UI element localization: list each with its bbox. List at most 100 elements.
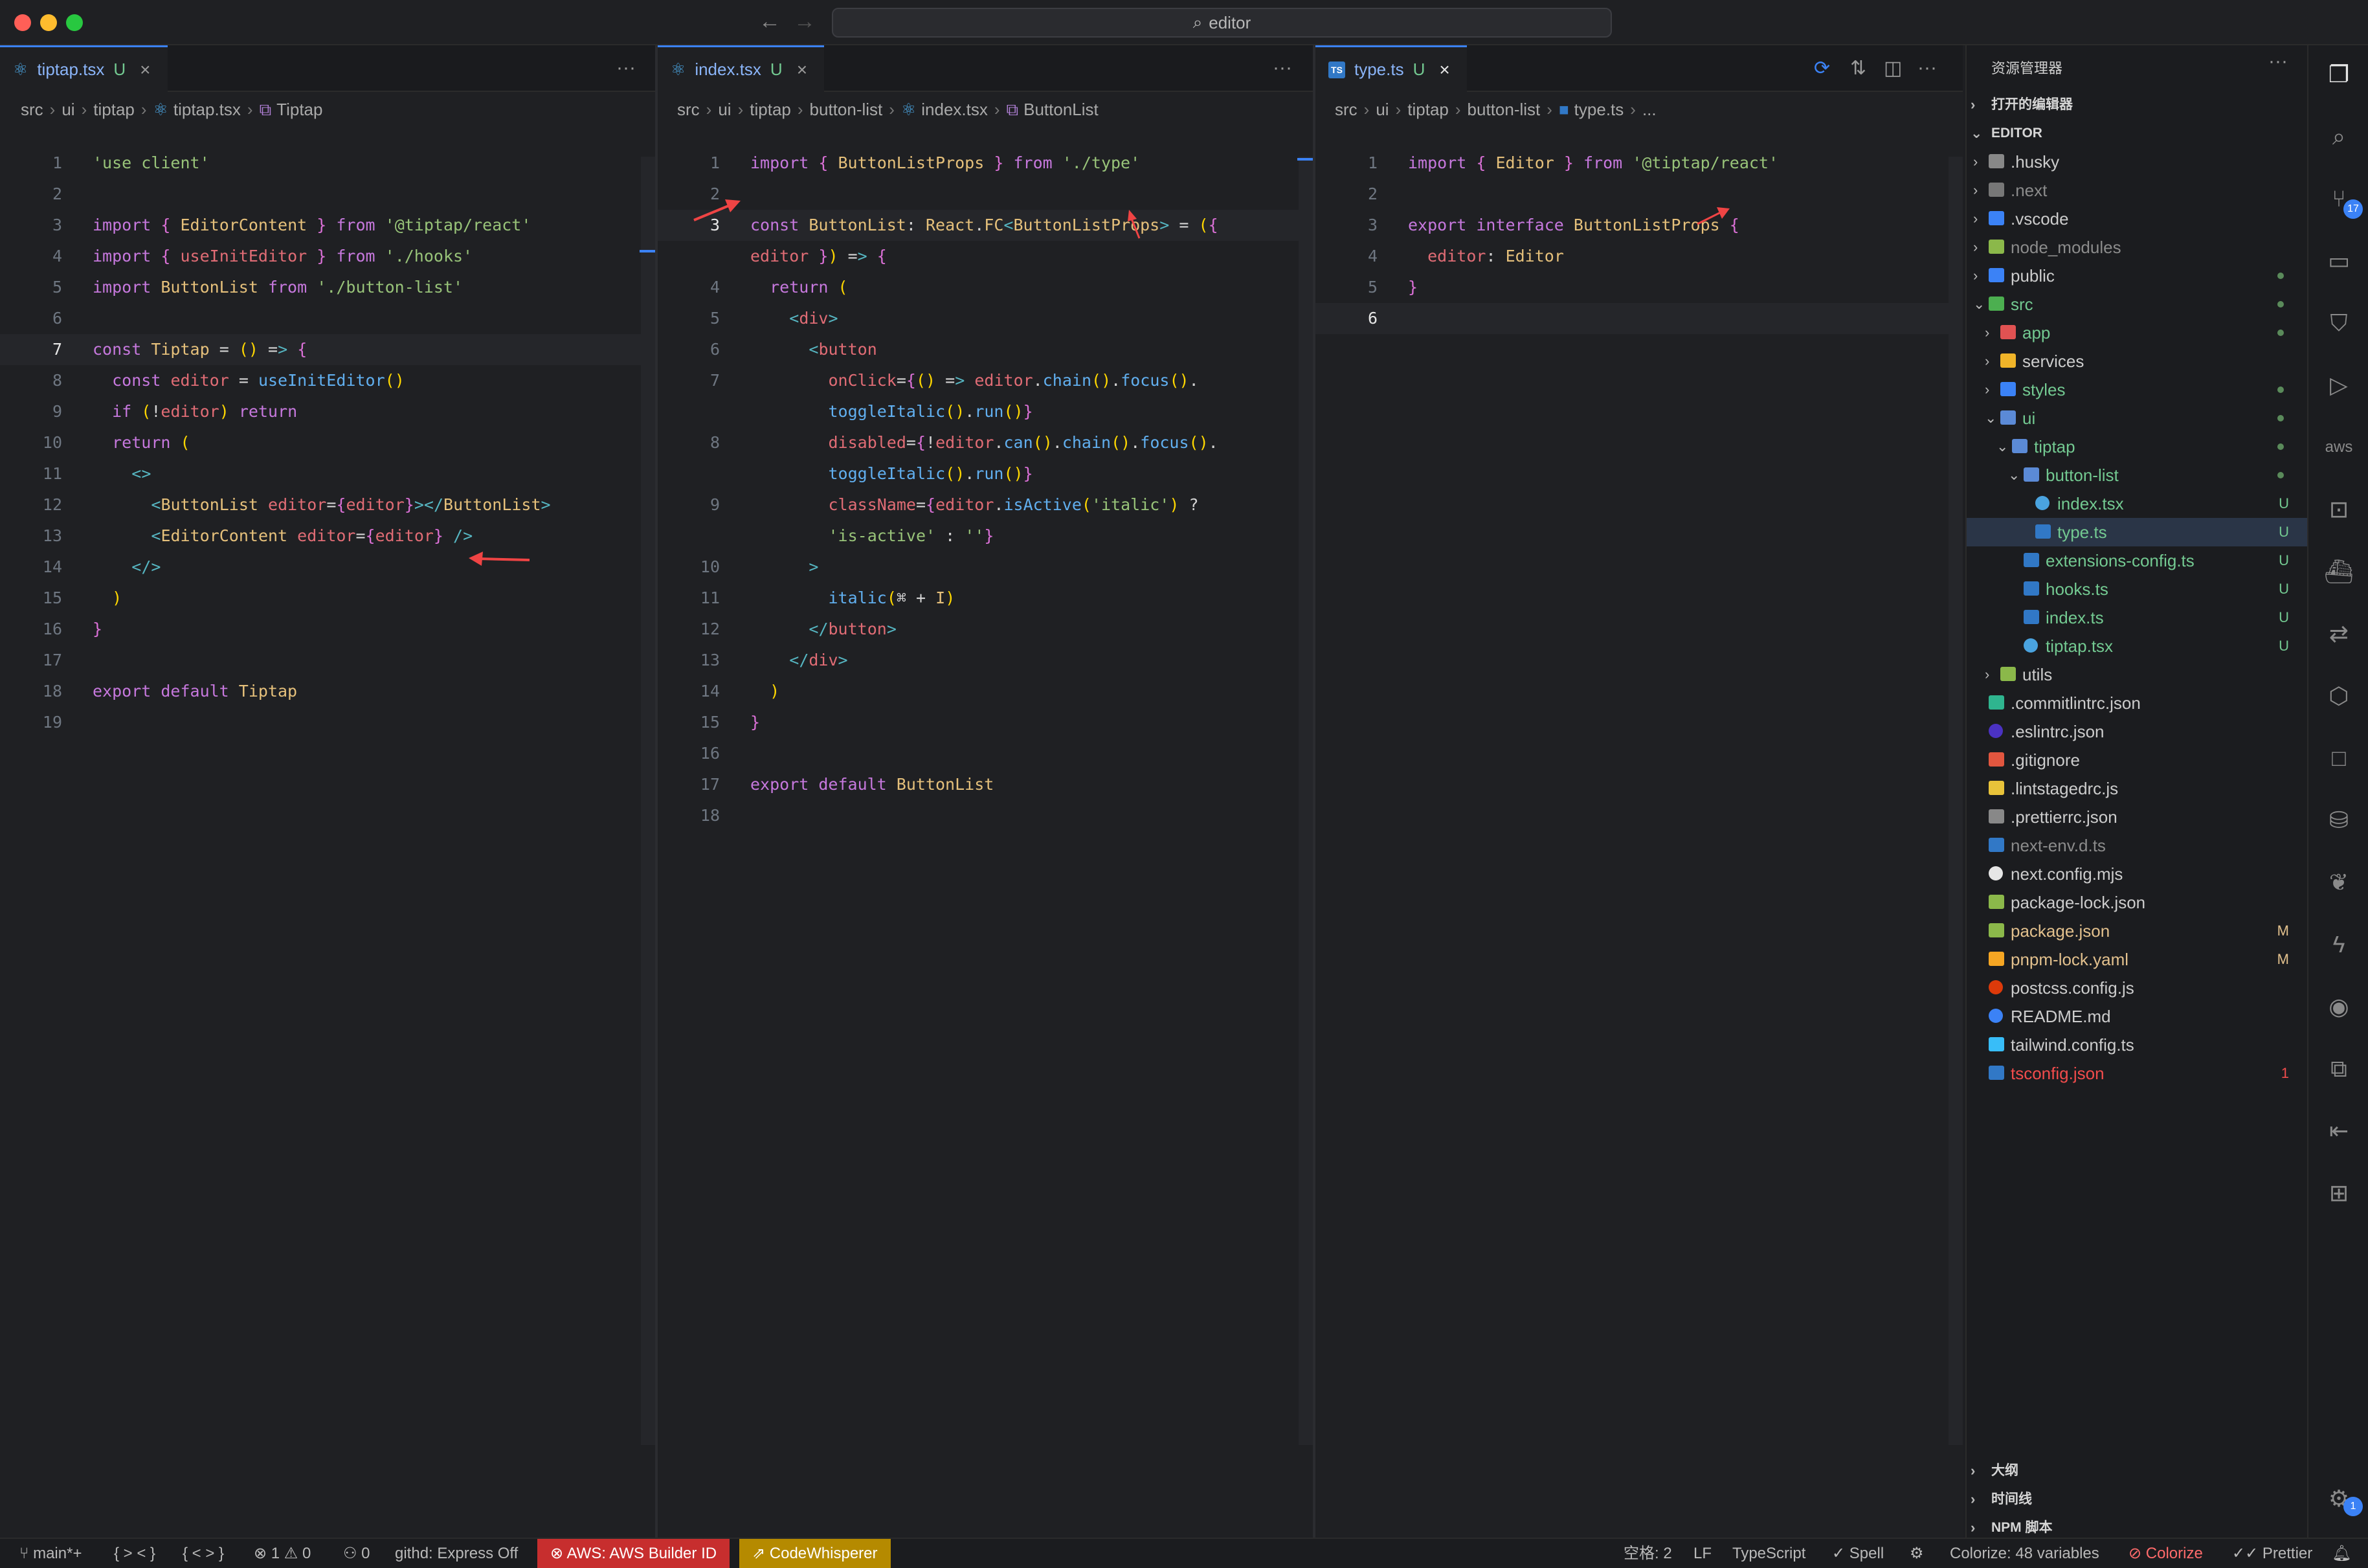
more-actions-icon[interactable]: ··· [1917, 57, 1937, 79]
close-tab-icon[interactable]: × [1439, 60, 1449, 80]
tree-file[interactable]: tsconfig.json 1 [1967, 1059, 2308, 1088]
tab-type-ts[interactable]: TS type.ts U × [1315, 45, 1467, 92]
open-changes-icon[interactable]: ⇅ [1850, 57, 1866, 80]
code-line[interactable]: 19 [0, 707, 655, 738]
tree-file[interactable]: .eslintrc.json [1967, 717, 2308, 746]
tree-folder[interactable]: › node_modules [1967, 233, 2308, 262]
tree-file[interactable]: index.ts U [1967, 603, 2308, 632]
tree-folder[interactable]: › .vscode [1967, 205, 2308, 233]
code-line[interactable]: 1 import { ButtonListProps } from './type… [658, 148, 1313, 179]
editor-scrollbar[interactable] [1949, 157, 1963, 1445]
tab-index-tsx[interactable]: ⚛ index.tsx U × [658, 45, 825, 92]
editor-scrollbar[interactable] [1299, 157, 1313, 1445]
code-line[interactable]: 4 import { useInitEditor } from './hooks' [0, 241, 655, 272]
breadcrumb-item[interactable]: type.ts [1574, 100, 1624, 119]
code-line[interactable]: 15} [658, 707, 1313, 738]
prettier-status[interactable]: ✓✓ Prettier [2232, 1539, 2312, 1568]
tree-file[interactable]: README.md [1967, 1002, 2308, 1031]
editor-scrollbar[interactable] [641, 157, 655, 1445]
code-line[interactable]: toggleItalic().run()} [658, 458, 1313, 489]
code-line[interactable]: 13 </div> [658, 645, 1313, 676]
tree-file[interactable]: hooks.ts U [1967, 575, 2308, 603]
tree-folder[interactable]: ⌄ tiptap [1967, 432, 2308, 461]
code-line[interactable]: 3 const ButtonList: React.FC<ButtonListPr… [658, 210, 1313, 241]
code-line[interactable]: 5 <div> [658, 303, 1313, 334]
extensions-icon[interactable]: ⊞ [2323, 1177, 2355, 1209]
code-line[interactable]: 18 export default Tiptap [0, 676, 655, 707]
tree-file[interactable]: tiptap.tsx U [1967, 632, 2308, 660]
aws-status[interactable]: ⊗ AWS: AWS Builder ID [537, 1539, 730, 1568]
code-line[interactable]: 2 [658, 179, 1313, 210]
command-center-search[interactable]: ⌕ editor [832, 8, 1612, 38]
lightning-icon[interactable]: ϟ [2323, 928, 2355, 961]
more-actions-icon[interactable]: ··· [616, 57, 636, 79]
tree-file[interactable]: tailwind.config.ts [1967, 1031, 2308, 1059]
square-icon[interactable]: □ [2323, 742, 2355, 774]
breadcrumb-item[interactable]: ButtonList [1023, 100, 1099, 119]
breadcrumb-item[interactable]: ui [61, 100, 74, 119]
back-arrow-icon[interactable]: ← [759, 9, 781, 34]
code-line[interactable]: 4 editor: Editor [1315, 241, 1963, 272]
code-line[interactable]: 14 ) [658, 676, 1313, 707]
code-line[interactable]: 2 [0, 179, 655, 210]
code-line[interactable]: 7 onClick={() => editor.chain().focus(). [658, 365, 1313, 396]
search-icon[interactable]: ⌕ [2323, 120, 2355, 153]
database-icon[interactable]: ⛁ [2323, 804, 2355, 836]
sync-icon[interactable]: ⇄ [2323, 618, 2355, 650]
feedback-icon[interactable]: ⚙ [1910, 1539, 1924, 1568]
code-line[interactable]: 5} [1315, 272, 1963, 303]
code-line[interactable]: 3 import { EditorContent } from '@tiptap/… [0, 210, 655, 241]
code-line[interactable]: 13 <EditorContent editor={editor} /> [0, 521, 655, 552]
code-line[interactable]: 11 <> [0, 458, 655, 489]
tree-file[interactable]: next-env.d.ts [1967, 831, 2308, 860]
leaf-icon[interactable]: ❦ [2323, 866, 2355, 899]
problems-status[interactable]: ⊗ 1 ⚠ 0 [254, 1539, 311, 1568]
code-line[interactable]: 18 [658, 800, 1313, 831]
breadcrumb-item[interactable]: ui [1376, 100, 1389, 119]
bookmark-icon[interactable]: ⛉ [2323, 307, 2355, 339]
git-branch[interactable]: ⑂ main*+ [19, 1539, 82, 1568]
ports-status[interactable]: ⚇ 0 [343, 1539, 370, 1568]
tree-folder[interactable]: › styles [1967, 375, 2308, 404]
tree-folder[interactable]: › app [1967, 319, 2308, 347]
tree-folder[interactable]: › utils [1967, 660, 2308, 689]
minimize-window-button[interactable] [40, 14, 57, 31]
breadcrumb-item[interactable]: src [677, 100, 700, 119]
breadcrumb-item[interactable]: Tiptap [276, 100, 322, 119]
spell-status[interactable]: ✓ Spell [1832, 1539, 1884, 1568]
breadcrumb-item[interactable]: src [1335, 100, 1357, 119]
code-line[interactable]: 16 [658, 738, 1313, 769]
maximize-window-button[interactable] [66, 14, 83, 31]
bracket-status[interactable]: { > < } [114, 1539, 155, 1568]
tree-file[interactable]: pnpm-lock.yaml M [1967, 945, 2308, 974]
split-editor-icon[interactable]: ◫ [1884, 57, 1902, 80]
code-line[interactable]: editor }) => { [658, 241, 1313, 272]
code-line[interactable]: 12 </button> [658, 614, 1313, 645]
close-tab-icon[interactable]: × [140, 60, 150, 80]
timeline-section[interactable]: › 时间线 [1967, 1485, 2308, 1514]
code-line[interactable]: 4 return ( [658, 272, 1313, 303]
code-line[interactable]: 1 import { Editor } from '@tiptap/react' [1315, 148, 1963, 179]
tree-file[interactable]: .lintstagedrc.js [1967, 774, 2308, 803]
explorer-icon[interactable]: ❐ [2323, 58, 2355, 91]
code-line[interactable]: 5 import ButtonList from './button-list' [0, 272, 655, 303]
workspace-root[interactable]: ⌄ EDITOR [1967, 119, 2308, 148]
code-line[interactable]: 16} [0, 614, 655, 645]
tree-file[interactable]: type.ts U [1967, 518, 2308, 546]
code-line[interactable]: 7 const Tiptap = () => { [0, 334, 655, 365]
run-debug-icon[interactable]: ▷ [2323, 369, 2355, 401]
code-line[interactable]: 'is-active' : ''} [658, 521, 1313, 552]
tree-file[interactable]: .prettierrc.json [1967, 803, 2308, 831]
code-line[interactable]: 14 </> [0, 552, 655, 583]
tree-folder[interactable]: ⌄ button-list [1967, 461, 2308, 489]
breadcrumb-item[interactable]: tiptap [1407, 100, 1449, 119]
colorize-vars-status[interactable]: Colorize: 48 variables [1950, 1539, 2099, 1568]
code-line[interactable]: 17 [0, 645, 655, 676]
tree-folder[interactable]: ⌄ ui [1967, 404, 2308, 432]
breadcrumb-item[interactable]: tiptap [750, 100, 791, 119]
code-line[interactable]: 15 ) [0, 583, 655, 614]
tree-folder[interactable]: ⌄ src [1967, 290, 2308, 319]
tree-folder[interactable]: › services [1967, 347, 2308, 375]
code-line[interactable]: 10 > [658, 552, 1313, 583]
codewhisperer-status[interactable]: ⇗ CodeWhisperer [739, 1539, 891, 1568]
